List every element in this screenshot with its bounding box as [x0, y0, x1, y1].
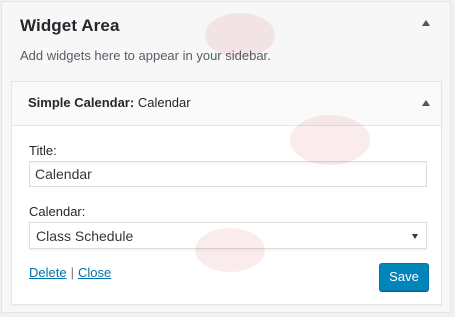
arrow-up-icon[interactable] — [422, 20, 430, 26]
calendar-selected-value: Class Schedule — [36, 228, 134, 244]
widget-instance-title: Calendar — [137, 95, 191, 110]
simple-calendar-widget: Simple Calendar: Calendar Title: Calenda… — [11, 81, 442, 305]
panel-header[interactable]: Widget Area — [2, 2, 450, 46]
title-label: Title: — [29, 143, 57, 158]
close-link[interactable]: Close — [78, 265, 111, 280]
action-separator: | — [70, 265, 74, 280]
widget-control-actions: Delete | Close — [29, 265, 111, 280]
title-input[interactable] — [29, 161, 427, 187]
panel-title: Widget Area — [20, 16, 120, 35]
widget-title: Simple Calendar: Calendar — [28, 95, 191, 110]
widget-title-colon: : — [129, 95, 135, 110]
chevron-down-icon — [412, 234, 418, 239]
widget-header[interactable]: Simple Calendar: Calendar — [12, 82, 441, 126]
widget-area-panel: Widget Area Add widgets here to appear i… — [1, 1, 451, 313]
widget-name: Simple Calendar — [28, 95, 130, 110]
calendar-select[interactable]: Class Schedule — [29, 222, 427, 249]
arrow-up-icon[interactable] — [422, 100, 430, 106]
save-button[interactable]: Save — [379, 263, 429, 291]
calendar-label: Calendar: — [29, 204, 86, 219]
delete-link[interactable]: Delete — [29, 265, 67, 280]
panel-description: Add widgets here to appear in your sideb… — [20, 48, 271, 63]
